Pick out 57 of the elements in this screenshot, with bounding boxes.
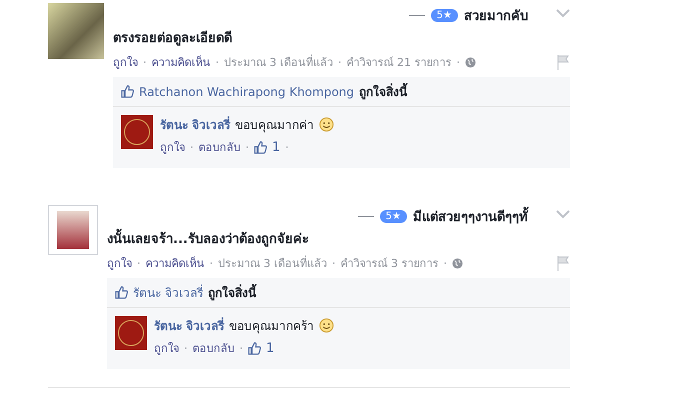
smiley-icon <box>319 117 334 132</box>
chevron-down-icon[interactable] <box>556 9 570 18</box>
separator-dot: · <box>240 342 243 354</box>
avatar-photo-placeholder[interactable] <box>48 205 98 255</box>
globe-icon <box>452 258 463 268</box>
action-link[interactable]: ความคิดเห็น <box>146 254 204 272</box>
reply-author-link[interactable]: รัตนะ จิวเวลรี่ <box>154 316 224 335</box>
thumbs-up-icon <box>248 342 261 354</box>
reply-text: ขอบคุณมากค่า <box>235 117 314 134</box>
liker-name-link[interactable]: Ratchanon Wachirapong Khompong <box>139 84 354 98</box>
action-link[interactable]: ถูกใจ <box>154 339 179 357</box>
flag-icon[interactable] <box>556 255 570 271</box>
likes-label: ถูกใจสิ่งนี้ <box>359 82 408 101</box>
like-count: 1 <box>266 340 274 356</box>
meta-text: ประมาณ 3 เดือนที่แล้ว <box>224 54 333 71</box>
review-text: ตรงรอยต่อดูละเอียดดี <box>113 30 233 48</box>
meta-text: คำวิจารณ์ 3 รายการ <box>340 256 438 272</box>
action-link[interactable]: ถูกใจ <box>107 254 132 272</box>
action-link[interactable]: ถูกใจ <box>113 53 138 71</box>
review-text: สวยมากคับ <box>464 8 528 26</box>
meta-text: คำวิจารณ์ 21 รายการ <box>346 55 452 71</box>
separator-dot: · <box>216 56 219 68</box>
action-link[interactable]: ความคิดเห็น <box>152 53 210 71</box>
like-count: 1 <box>272 140 280 154</box>
likes-label: ถูกใจสิ่งนี้ <box>208 283 256 302</box>
review-text: มีแต่สวยๆๆงานดีๆๆทั้ <box>413 206 528 226</box>
review-text: งนั้นเลยจร้า...รับลองว่าต้องถูกจัยค่ะ <box>107 228 570 249</box>
reply-author-link[interactable]: รัตนะ จิวเวลรี่ <box>160 115 230 134</box>
separator-dot: · <box>184 342 188 354</box>
separator-dot: · <box>190 140 194 154</box>
separator-dot: · <box>444 256 447 270</box>
action-link[interactable]: ตอบกลับ <box>198 138 240 156</box>
separator-dot: · <box>285 140 289 154</box>
rating-badge: 5★ <box>380 210 407 222</box>
smiley-icon <box>319 318 334 333</box>
thumbs-up-icon <box>115 286 128 299</box>
separator-dot: · <box>210 256 213 270</box>
chevron-down-icon[interactable] <box>556 210 570 219</box>
page-logo[interactable] <box>115 316 147 350</box>
avatar-photo-placeholder[interactable] <box>48 3 104 59</box>
action-link[interactable]: ตอบกลับ <box>192 339 234 357</box>
liker-name-link[interactable]: รัตนะ จิวเวลรี่ <box>133 283 203 302</box>
separator-dot: · <box>246 140 249 154</box>
separator-dot: · <box>143 56 146 68</box>
separator-dot: · <box>332 256 336 270</box>
meta-text: ประมาณ 3 เดือนที่แล้ว <box>218 254 327 272</box>
flag-icon[interactable] <box>556 54 570 70</box>
action-link[interactable]: ถูกใจ <box>160 138 185 156</box>
separator-dot: · <box>456 56 460 68</box>
separator-dot: · <box>338 56 342 68</box>
separator-dot: · <box>137 256 140 270</box>
thumbs-up-icon <box>121 85 134 98</box>
thumbs-up-icon <box>254 140 267 154</box>
rating-badge: 5★ <box>430 8 458 22</box>
globe-icon <box>465 56 476 68</box>
reply-text: ขอบคุณมากคร้า <box>229 318 314 335</box>
page-logo[interactable] <box>121 115 153 149</box>
